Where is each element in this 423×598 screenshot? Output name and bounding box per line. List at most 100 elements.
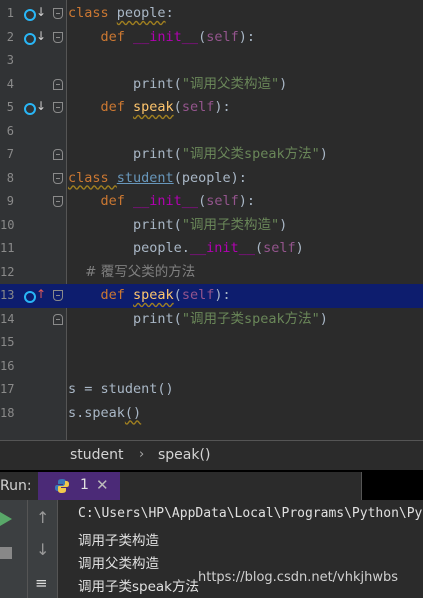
code-token: self — [181, 287, 215, 303]
code-line[interactable]: 7 print("调用父类speak方法") — [0, 143, 423, 167]
code-line[interactable]: 13 ↑ def speak(self): — [0, 284, 423, 308]
code-line[interactable]: 9 def __init__(self): — [0, 190, 423, 214]
code-line[interactable]: 12 # 覆写父类的方法 — [0, 261, 423, 285]
code-token: # 覆写父类的方法 — [68, 263, 196, 280]
line-number[interactable]: 17 — [0, 378, 14, 402]
code-text: print("调用子类speak方法") — [68, 308, 328, 332]
overrides-method-icon[interactable]: ↑ — [24, 288, 46, 303]
breadcrumb-method[interactable]: speak() — [158, 447, 210, 463]
code-token: ): — [214, 99, 231, 115]
code-token: print — [68, 75, 174, 92]
fold-icon[interactable] — [53, 196, 63, 207]
overridden-method-icon[interactable]: ↓ — [24, 100, 46, 115]
run-console: ↑ ↓ ≡ C:\Users\HP\AppData\Local\Programs… — [0, 500, 423, 598]
rerun-icon[interactable] — [0, 512, 12, 526]
line-number[interactable]: 12 — [0, 261, 14, 285]
line-number[interactable]: 1 — [0, 2, 14, 26]
code-token: ) — [319, 310, 328, 327]
code-line[interactable]: 8 class student(people): — [0, 167, 423, 191]
code-token: s = student() — [68, 381, 174, 397]
code-token: ) — [279, 75, 288, 92]
code-token: ): — [238, 193, 255, 209]
code-line[interactable]: 14 print("调用子类speak方法") — [0, 308, 423, 332]
code-token: class — [68, 5, 117, 21]
code-token: ): — [238, 28, 255, 45]
code-token: ) — [279, 216, 288, 233]
code-line[interactable]: 16 — [0, 355, 423, 379]
line-number[interactable]: 13 — [0, 284, 14, 308]
python-icon — [55, 479, 69, 493]
soft-wrap-icon[interactable]: ≡ — [35, 574, 48, 592]
code-text: s = student() — [68, 378, 174, 402]
code-text: print("调用子类构造") — [68, 214, 287, 238]
line-number[interactable]: 7 — [0, 143, 14, 167]
code-line[interactable]: 18 s.speak() — [0, 402, 423, 426]
line-number[interactable]: 10 — [0, 214, 14, 238]
close-icon[interactable]: ✕ — [96, 476, 109, 494]
code-token: print — [68, 216, 174, 233]
fold-icon[interactable] — [53, 290, 63, 301]
breadcrumb-class[interactable]: student — [70, 447, 124, 463]
code-token: speak — [133, 99, 174, 115]
run-tab[interactable]: 1 ✕ — [38, 472, 120, 500]
arrow-down-icon[interactable]: ↓ — [36, 540, 49, 559]
line-number[interactable]: 3 — [0, 49, 14, 73]
line-number[interactable]: 18 — [0, 402, 14, 426]
code-line[interactable]: 10 print("调用子类构造") — [0, 214, 423, 238]
code-token: ( — [173, 216, 182, 233]
line-number[interactable]: 9 — [0, 190, 14, 214]
run-actions-column — [0, 500, 28, 598]
line-number[interactable]: 11 — [0, 237, 14, 261]
code-token: ( — [198, 28, 207, 45]
fold-icon[interactable] — [53, 149, 63, 160]
line-number[interactable]: 15 — [0, 331, 14, 355]
code-line[interactable]: 5 ↓ def speak(self): — [0, 96, 423, 120]
overridden-method-icon[interactable]: ↓ — [24, 30, 46, 45]
fold-icon[interactable] — [53, 172, 63, 184]
fold-icon[interactable] — [53, 78, 63, 90]
line-number[interactable]: 14 — [0, 308, 14, 332]
code-token: "调用子类speak方法" — [181, 310, 320, 327]
console-line: 调用子类speak方法 — [78, 579, 199, 595]
code-text: s.speak() — [68, 402, 141, 426]
line-number[interactable]: 2 — [0, 26, 14, 50]
code-token: ) — [319, 146, 328, 162]
code-token: __init__ — [189, 240, 255, 256]
code-text: class student(people): — [68, 167, 247, 191]
overridden-method-icon[interactable]: ↓ — [24, 6, 46, 21]
line-number[interactable]: 8 — [0, 167, 14, 191]
run-toolbar: Run: 1 ✕ — [0, 470, 423, 500]
line-number[interactable]: 16 — [0, 355, 14, 379]
line-number[interactable]: 6 — [0, 120, 14, 144]
line-number[interactable]: 5 — [0, 96, 14, 120]
code-line[interactable]: 11 people.__init__(self) — [0, 237, 423, 261]
fold-icon[interactable] — [53, 31, 63, 43]
fold-icon[interactable] — [53, 313, 63, 325]
code-text: def speak(self): — [68, 284, 231, 308]
stop-icon[interactable] — [0, 547, 12, 559]
code-editor[interactable]: 1 ↓ class people: 2 ↓ def __init__(self): 3 4 … — [0, 0, 423, 440]
code-token: ( — [173, 146, 182, 162]
code-token: def — [68, 28, 134, 45]
code-token: people — [116, 5, 166, 21]
watermark: https://blog.csdn.net/vhkjhwbs — [198, 570, 399, 585]
code-token: __init__ — [133, 28, 199, 45]
code-line[interactable]: 6 — [0, 120, 423, 144]
code-token: speak — [133, 287, 174, 303]
arrow-up-icon[interactable]: ↑ — [36, 508, 49, 527]
fold-icon[interactable] — [53, 8, 63, 19]
code-line[interactable]: 4 print("调用父类构造") — [0, 73, 423, 97]
breadcrumb: student › speak() — [0, 440, 423, 470]
code-line[interactable]: 15 — [0, 331, 423, 355]
run-label: Run: — [0, 478, 32, 494]
line-number[interactable]: 4 — [0, 73, 14, 97]
code-text: def __init__(self): — [68, 26, 255, 50]
code-line[interactable]: 1 ↓ class people: — [0, 2, 423, 26]
code-token: ( — [173, 310, 182, 327]
code-line[interactable]: 2 ↓ def __init__(self): — [0, 26, 423, 50]
code-text: print("调用父类speak方法") — [68, 143, 328, 167]
code-line[interactable]: 3 — [0, 49, 423, 73]
fold-icon[interactable] — [53, 102, 63, 113]
code-line[interactable]: 17 s = student() — [0, 378, 423, 402]
code-token: def — [68, 287, 134, 303]
